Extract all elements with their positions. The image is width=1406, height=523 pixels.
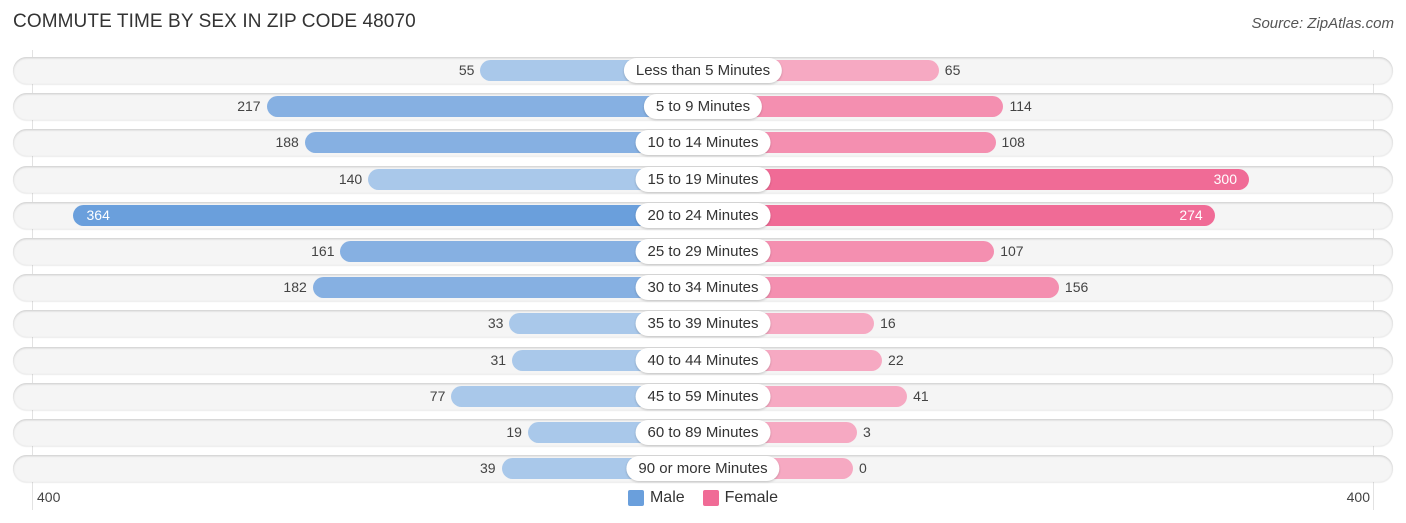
value-label-male: 55 [458,62,475,78]
category-label: 15 to 19 Minutes [635,166,771,192]
bar-female[interactable] [703,204,1215,226]
legend-swatch-male [627,490,644,506]
value-label-male: 182 [283,279,307,296]
value-label-male: 364 [86,206,110,223]
value-label-male: 33 [487,315,504,332]
legend: Male Female [0,489,1406,507]
value-label-male: 188 [275,134,299,151]
source-credit: Source: ZipAtlas.com [1251,15,1394,32]
value-label-male: 161 [311,243,335,259]
value-label-male: 140 [338,170,363,187]
value-label-male: 217 [237,98,261,115]
category-label: 5 to 9 Minutes [643,94,763,120]
category-label: 60 to 89 Minutes [635,420,771,445]
legend-swatch-female [702,490,719,506]
category-label: 45 to 59 Minutes [635,383,771,409]
value-label-female: 65 [944,62,961,78]
legend-label-female: Female [724,489,779,506]
legend-label-male: Male [649,489,685,506]
value-label-female: 22 [888,351,904,368]
value-label-female: 274 [1179,206,1203,223]
value-label-female: 300 [1213,170,1237,187]
bar-male[interactable] [72,204,703,226]
value-label-female: 16 [880,315,896,332]
chart-title: COMMUTE TIME BY SEX IN ZIP CODE 48070 [13,11,416,32]
legend-item-female: Female [702,489,779,507]
category-label: 35 to 39 Minutes [635,311,771,337]
category-label: 20 to 24 Minutes [635,202,771,228]
value-label-female: 107 [1000,243,1024,259]
legend-item-male: Male [627,489,685,507]
value-label-male: 19 [506,424,522,440]
category-label: 90 or more Minutes [626,456,780,482]
value-label-female: 156 [1064,279,1089,296]
value-label-male: 31 [490,351,507,368]
category-label: 10 to 14 Minutes [635,130,771,156]
category-label: 40 to 44 Minutes [635,347,771,373]
category-label: 25 to 29 Minutes [635,239,771,264]
bar-female[interactable] [703,168,1249,190]
value-label-male: 77 [429,387,446,404]
category-label: 30 to 34 Minutes [635,275,771,301]
value-label-female: 41 [913,387,929,404]
category-label: Less than 5 Minutes [623,58,783,83]
bar-male[interactable] [266,96,703,118]
value-label-female: 108 [1001,134,1025,151]
value-label-female: 0 [859,460,867,477]
value-label-male: 39 [479,460,496,477]
value-label-female: 3 [862,424,871,440]
value-label-female: 114 [1009,98,1032,115]
